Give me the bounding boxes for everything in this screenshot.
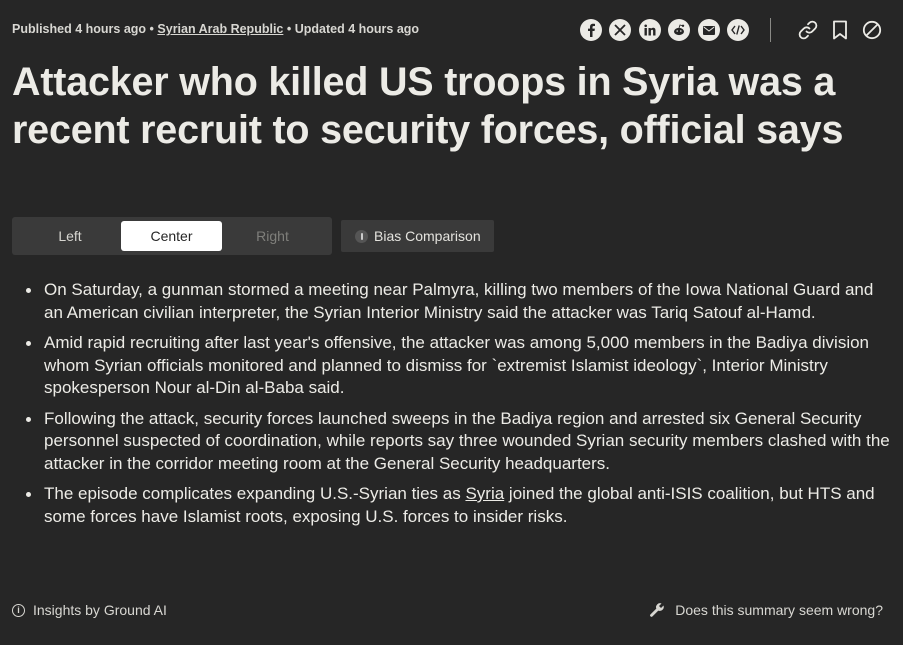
tab-left[interactable]: Left (20, 221, 120, 251)
summary-item: Amid rapid recruiting after last year's … (26, 332, 890, 400)
share-toolbar (580, 18, 892, 42)
embed-icon[interactable] (726, 19, 749, 41)
facebook-icon[interactable] (580, 19, 602, 41)
info-icon: i (12, 603, 25, 617)
bias-comparison-label: Bias Comparison (374, 228, 481, 244)
feedback-link[interactable]: Does this summary seem wrong? (649, 602, 883, 618)
location-link[interactable]: Syrian Arab Republic (157, 22, 283, 36)
tab-center[interactable]: Center (121, 221, 222, 251)
toolbar-divider (770, 18, 772, 42)
insights-label: Insights by Ground AI (33, 602, 167, 618)
summary-item: On Saturday, a gunman stormed a meeting … (26, 279, 890, 324)
summary-list: On Saturday, a gunman stormed a meeting … (26, 279, 890, 536)
x-icon[interactable] (609, 19, 632, 41)
email-icon[interactable] (697, 19, 720, 41)
updated-time: Updated 4 hours ago (294, 22, 420, 36)
bias-comparison-button[interactable]: Bias Comparison (341, 220, 494, 252)
summary-item: The episode complicates expanding U.S.-S… (26, 483, 890, 528)
summary-item: Following the attack, security forces la… (26, 408, 890, 476)
meta-separator: • (286, 22, 292, 36)
tab-right[interactable]: Right (222, 221, 323, 251)
block-icon[interactable] (860, 18, 884, 42)
reddit-icon[interactable] (668, 19, 691, 41)
published-time: Published 4 hours ago (12, 22, 147, 36)
insights-credit: i Insights by Ground AI (12, 602, 167, 618)
meta-separator: • (149, 22, 154, 36)
wrench-icon (649, 602, 665, 618)
headline: Attacker who killed US troops in Syria w… (12, 60, 844, 152)
link-icon[interactable] (796, 18, 820, 42)
feedback-label: Does this summary seem wrong? (675, 602, 883, 618)
summary-text: The episode complicates expanding U.S.-S… (44, 484, 466, 503)
bias-bar-icon (355, 229, 368, 243)
syria-link[interactable]: Syria (465, 484, 504, 503)
bookmark-icon[interactable] (828, 18, 852, 42)
bias-tabs: Left Center Right (12, 217, 332, 255)
article-meta: Published 4 hours ago • Syrian Arab Repu… (12, 22, 419, 36)
linkedin-icon[interactable] (638, 19, 661, 41)
